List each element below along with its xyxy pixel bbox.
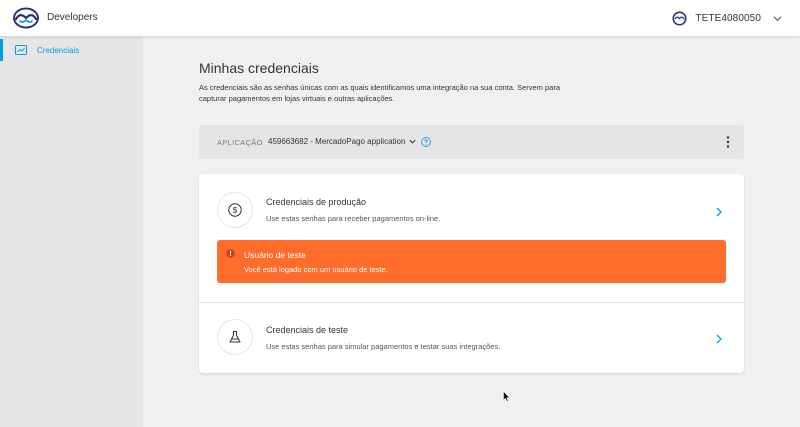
alert-message: Você está logado com um usuário de teste…: [244, 265, 388, 274]
test-title: Credenciais de teste: [266, 325, 349, 335]
application-label: APLICAÇÃO: [217, 138, 263, 147]
page-description: As credenciais são as senhas únicas com …: [199, 83, 561, 103]
username: TETE4080050: [695, 12, 761, 24]
application-value: 459663682 - MercadoPago application: [268, 137, 406, 146]
application-bar: APLICAÇÃO 459663682 - MercadoPago applic…: [199, 125, 744, 159]
test-user-alert: Usuário de teste Você está logado com um…: [217, 240, 726, 283]
credentials-card: $ Credenciais de produção Use estas senh…: [199, 174, 744, 373]
mercadopago-logo-icon[interactable]: [12, 6, 40, 30]
svg-text:$: $: [233, 206, 238, 215]
alert-title: Usuário de teste: [244, 250, 306, 260]
test-icon-circle: [217, 319, 253, 355]
chevron-right-icon: [716, 334, 722, 344]
chevron-down-icon: [409, 139, 417, 144]
production-icon-circle: $: [217, 192, 253, 228]
production-subtitle: Use estas senhas para receber pagamentos…: [266, 214, 441, 223]
flask-icon: [229, 331, 241, 343]
more-options-icon[interactable]: [726, 136, 730, 148]
chevron-right-icon: [716, 207, 722, 217]
main-content: Minhas credenciais As credenciais são as…: [143, 36, 800, 427]
mouse-cursor-icon: [503, 391, 510, 402]
page-title: Minhas credenciais: [199, 60, 319, 76]
dollar-coin-icon: $: [228, 203, 242, 217]
test-subtitle: Use estas senhas para simular pagamentos…: [266, 342, 501, 351]
application-select[interactable]: 459663682 - MercadoPago application: [268, 137, 417, 146]
brand-name: Developers: [47, 12, 98, 23]
production-title: Credenciais de produção: [266, 197, 367, 207]
warning-icon: [226, 249, 235, 258]
help-icon[interactable]: [421, 137, 431, 147]
avatar-icon: [672, 10, 687, 26]
sidebar-item-credenciais[interactable]: Credenciais: [0, 39, 143, 61]
sidebar: Credenciais: [0, 36, 143, 427]
chart-card-icon: [15, 45, 27, 55]
sidebar-item-label: Credenciais: [37, 45, 80, 55]
top-bar: Developers TETE4080050: [0, 0, 800, 36]
user-menu[interactable]: TETE4080050: [672, 7, 782, 29]
divider: [199, 302, 744, 303]
chevron-down-icon: [773, 15, 782, 21]
